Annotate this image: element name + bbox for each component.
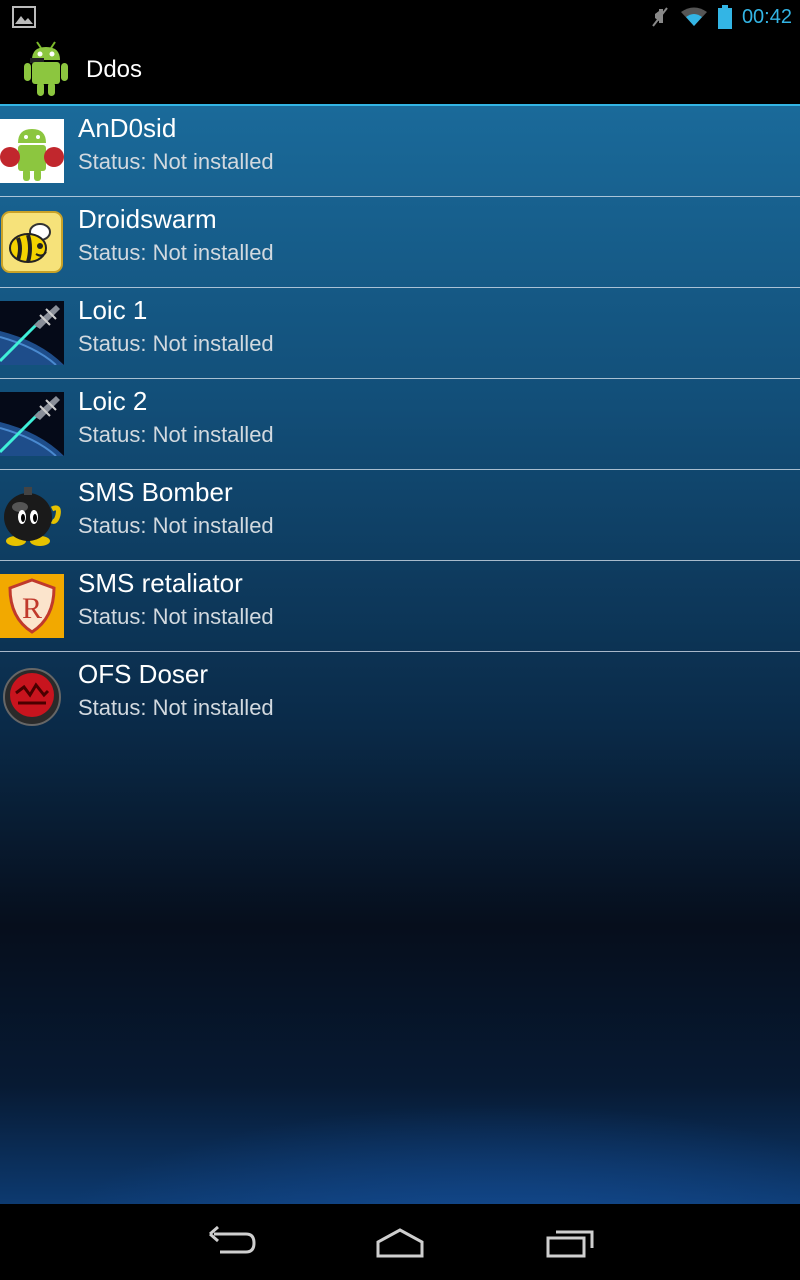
- r-shield-icon: R: [0, 574, 64, 638]
- svg-text:R: R: [22, 592, 42, 625]
- app-status: Status: Not installed: [78, 240, 274, 265]
- action-bar: Ddos: [0, 34, 800, 106]
- app-status: Status: Not installed: [78, 149, 274, 174]
- app-name: SMS retaliator: [78, 568, 243, 598]
- navigation-bar: [0, 1204, 800, 1280]
- bomb-icon: [4, 487, 61, 546]
- app-name: SMS Bomber: [78, 477, 233, 507]
- app-status: Status: Not installed: [78, 695, 274, 720]
- status-icons: 00:42: [650, 4, 792, 30]
- app-status: Status: Not installed: [78, 513, 274, 538]
- space-laser-icon: [0, 392, 64, 456]
- battery-icon: [717, 5, 732, 29]
- mute-icon: [652, 7, 668, 27]
- list-item[interactable]: SMS Bomber Status: Not installed: [0, 470, 800, 561]
- list-item[interactable]: Droidswarm Status: Not installed: [0, 197, 800, 288]
- space-laser-icon: [0, 301, 64, 365]
- back-icon[interactable]: [200, 1222, 260, 1262]
- android-boxer-icon: [0, 119, 64, 183]
- wifi-icon: [680, 7, 707, 26]
- clock: 00:42: [741, 6, 792, 28]
- status-bar: 00:42: [0, 0, 800, 34]
- app-name: Droidswarm: [78, 204, 217, 234]
- app-name: Loic 2: [78, 386, 148, 416]
- gallery-notification-icon: [12, 6, 36, 28]
- app-list-area: AnD0sid Status: Not installed Droidswarm…: [0, 106, 800, 1204]
- page-title: Ddos: [86, 56, 143, 83]
- bee-icon: [1, 211, 63, 273]
- app-status: Status: Not installed: [78, 331, 274, 356]
- app-list: AnD0sid Status: Not installed Droidswarm…: [0, 106, 800, 742]
- app-status: Status: Not installed: [78, 422, 274, 447]
- app-name: AnD0sid: [78, 113, 177, 143]
- app-status: Status: Not installed: [78, 604, 274, 629]
- list-item[interactable]: AnD0sid Status: Not installed: [0, 106, 800, 197]
- list-item[interactable]: Loic 2 Status: Not installed: [0, 379, 800, 470]
- home-icon[interactable]: [370, 1222, 430, 1262]
- app-name: OFS Doser: [78, 659, 209, 689]
- list-item[interactable]: R SMS retaliator Status: Not installed: [0, 561, 800, 652]
- app-name: Loic 1: [78, 295, 148, 325]
- red-emblem-icon: [3, 668, 61, 726]
- recents-icon[interactable]: [540, 1222, 600, 1262]
- android-robot-icon[interactable]: [22, 38, 70, 98]
- list-item[interactable]: OFS Doser Status: Not installed: [0, 652, 800, 742]
- list-item[interactable]: Loic 1 Status: Not installed: [0, 288, 800, 379]
